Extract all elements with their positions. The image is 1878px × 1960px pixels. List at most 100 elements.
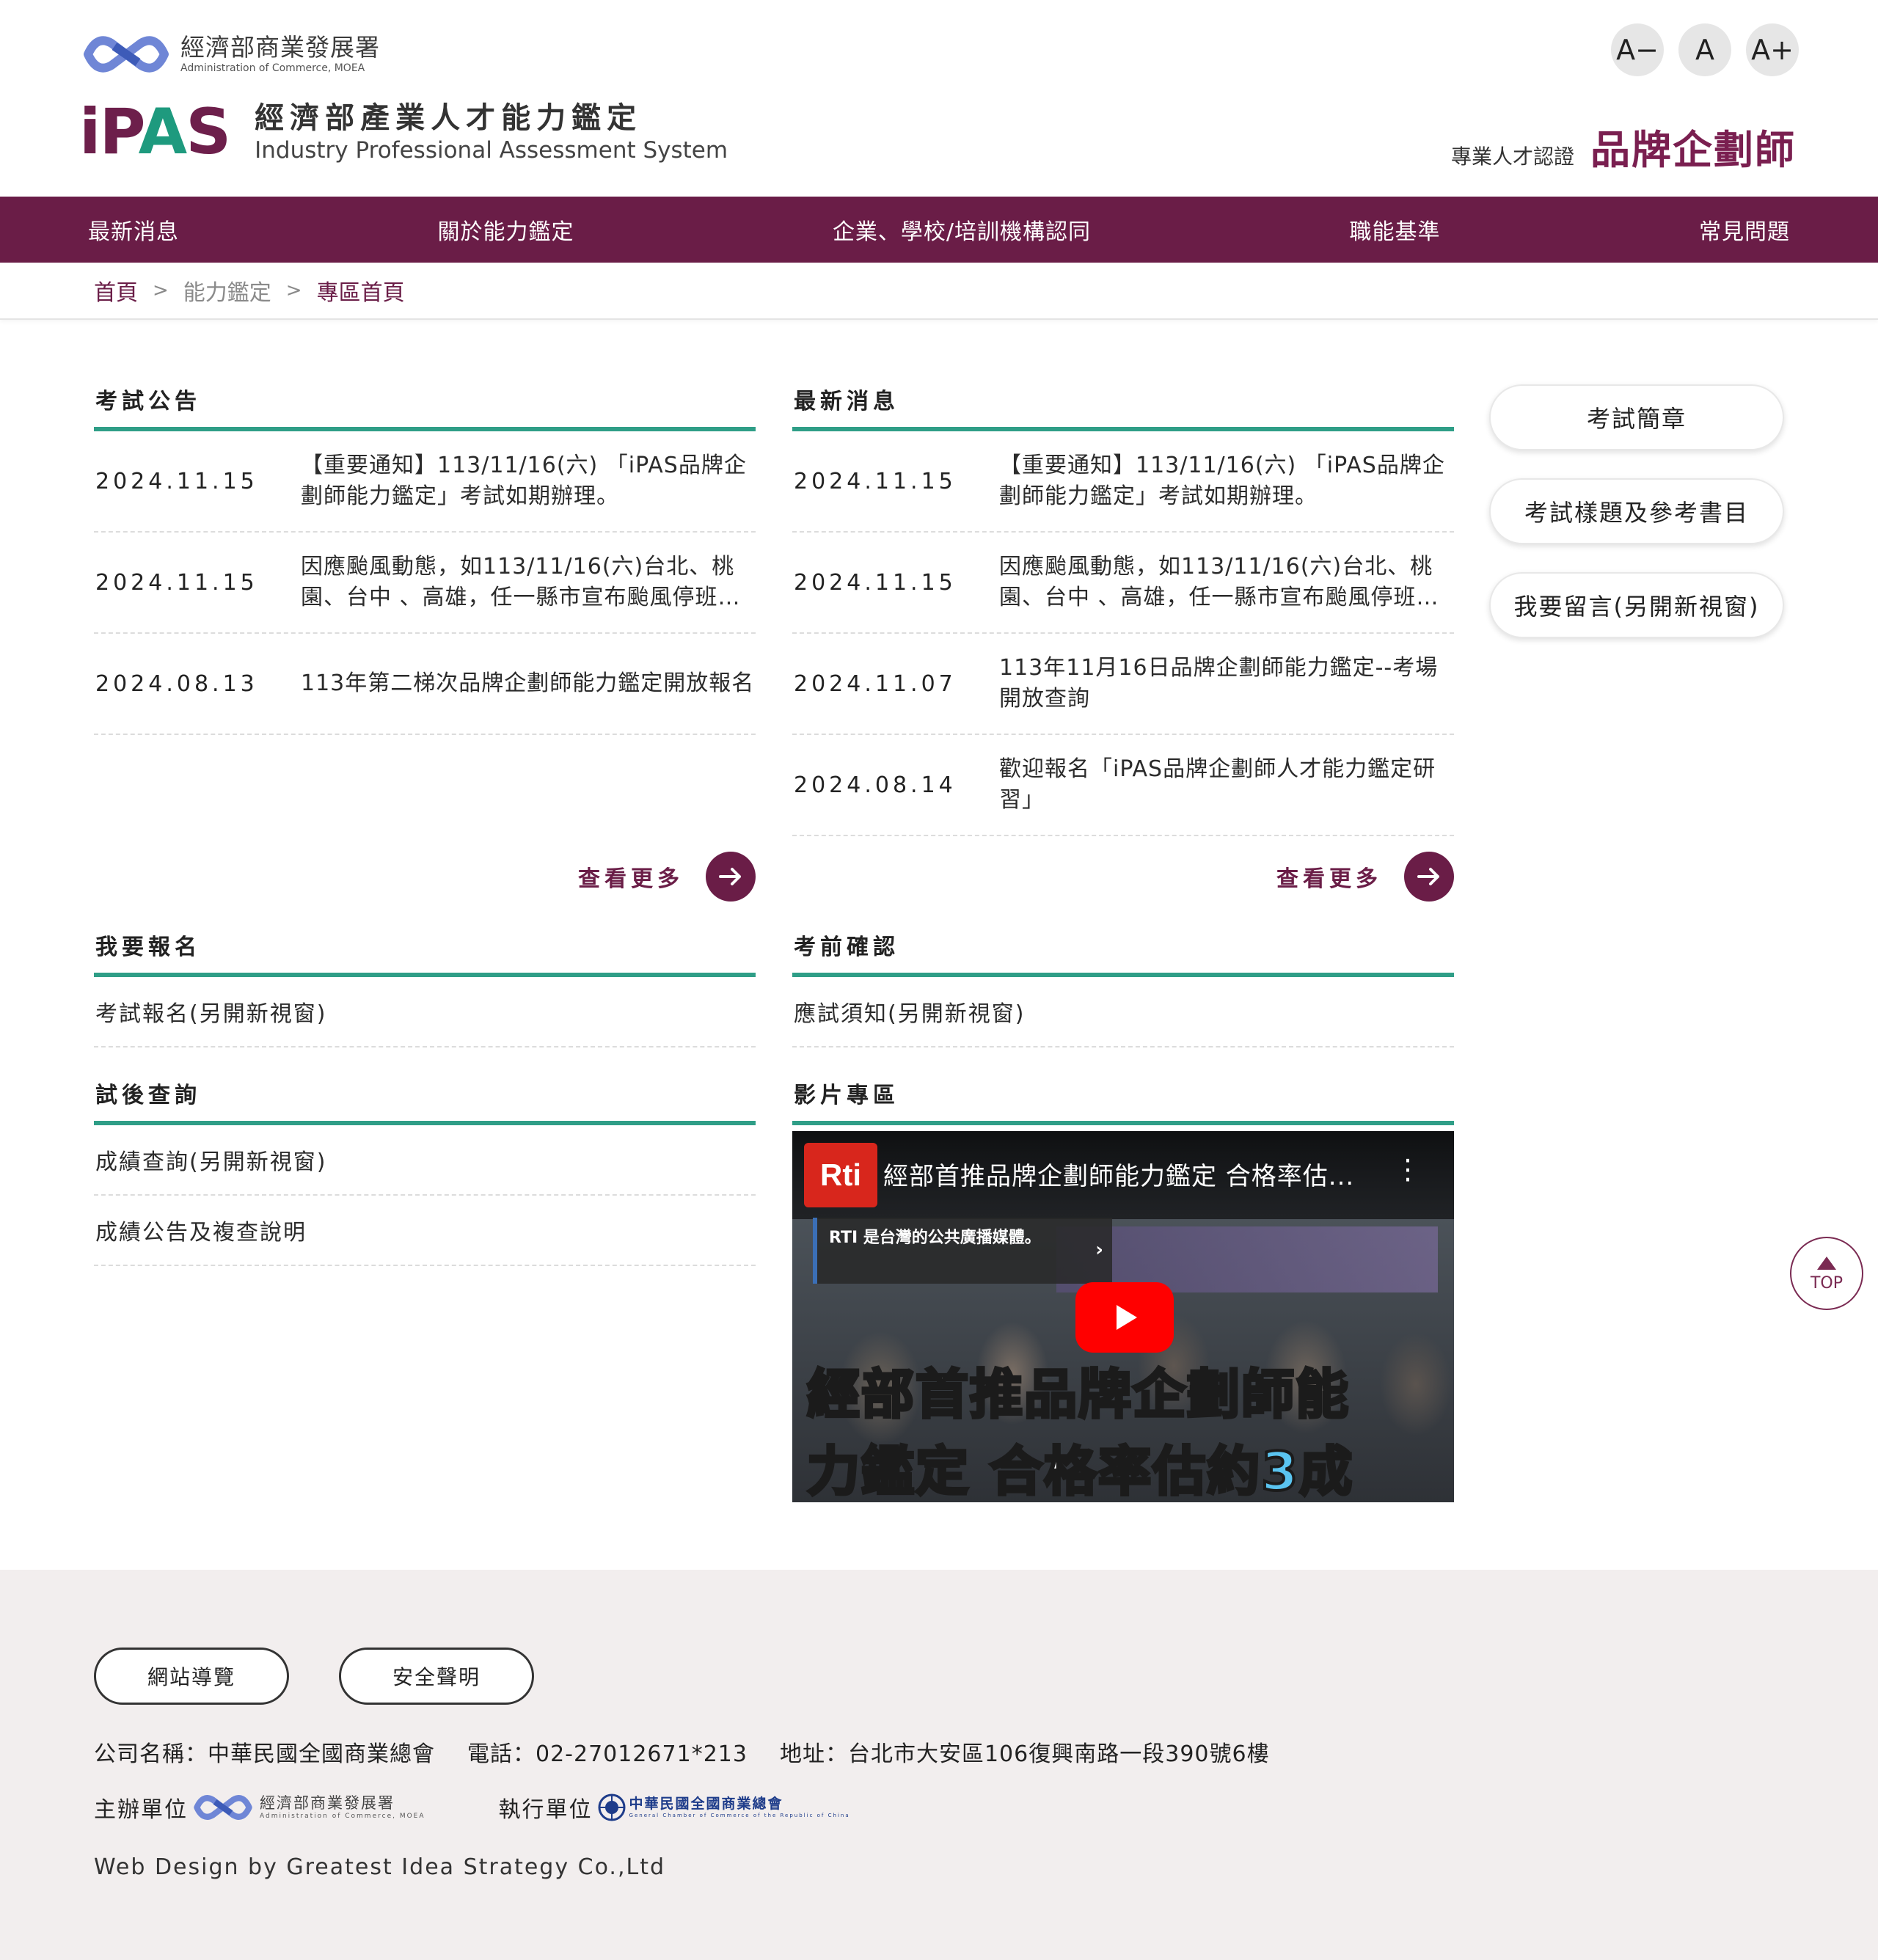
latest-news-section: 最新消息 2024.11.15 【重要通知】113/11/16(六) 「iPAS… [792, 386, 1454, 836]
news-title[interactable]: 113年第二梯次品牌企劃師能力鑑定開放報名 [301, 668, 754, 699]
site-footer: 網站導覽 安全聲明 公司名稱：中華民國全國商業總會 電話：02-27012671… [0, 1570, 1878, 1960]
news-row[interactable]: 2024.11.07 113年11月16日品牌企劃師能力鑑定--考場開放查詢 [792, 634, 1454, 735]
more-link[interactable]: 查看更多 [578, 860, 684, 893]
news-row[interactable]: 2024.11.15 【重要通知】113/11/16(六) 「iPAS品牌企劃師… [792, 431, 1454, 533]
score-query-link[interactable]: 成績查詢(另開新視窗) [94, 1125, 756, 1196]
news-row[interactable]: 2024.08.13 113年第二梯次品牌企劃師能力鑑定開放報名 [94, 634, 756, 735]
breadcrumb-middle[interactable]: 能力鑑定 [183, 274, 271, 307]
chevron-right-icon: › [1095, 1239, 1103, 1261]
ipas-name-en: Industry Professional Assessment System [255, 137, 728, 164]
score-announcement-link[interactable]: 成績公告及複查說明 [94, 1196, 756, 1266]
sample-questions-button[interactable]: 考試樣題及參考書目 [1489, 478, 1784, 544]
cert-label: 專業人才認證 [1450, 145, 1574, 169]
moea-name-zh: 經濟部商業發展署 [180, 33, 380, 62]
news-title[interactable]: 113年11月16日品牌企劃師能力鑑定--考場開放查詢 [999, 653, 1454, 714]
news-row[interactable]: 2024.11.15 【重要通知】113/11/16(六) 「iPAS品牌企劃師… [94, 431, 756, 533]
font-size-increase-button[interactable]: A+ [1746, 23, 1799, 76]
site-header: 經濟部商業發展署 Administration of Commerce, MOE… [0, 0, 1878, 197]
section-divider [792, 1121, 1454, 1125]
news-date: 2024.11.15 [794, 569, 957, 596]
breadcrumb: 首頁 > 能力鑑定 > 專區首頁 [0, 263, 1878, 320]
news-title[interactable]: 歡迎報名「iPAS品牌企劃師人才能力鑑定研習」 [999, 754, 1454, 816]
moea-emblem-icon [194, 1795, 252, 1820]
news-title[interactable]: 因應颱風動態，如113/11/16(六)台北、桃園、台中 、高雄，任一縣市宣布颱… [999, 552, 1454, 613]
section-title: 最新消息 [794, 389, 899, 414]
rti-channel-logo[interactable]: Rti [804, 1143, 877, 1207]
video-title[interactable]: 經部首推品牌企劃師能力鑑定 合格率估... [883, 1156, 1354, 1192]
gcc-emblem-icon [598, 1793, 626, 1821]
video-section: 影片專區 [792, 1080, 1454, 1125]
pre-exam-section: 考前確認 應試須知(另開新視窗) [792, 932, 1454, 1047]
breadcrumb-current: 專區首頁 [316, 280, 405, 306]
certification-title: 專業人才認證 品牌企劃師 [1451, 117, 1796, 175]
ipas-wordmark: iPAS [79, 95, 231, 169]
executor-logo[interactable]: 中華民國全國商業總會 General Chamber of Commerce o… [597, 1793, 850, 1822]
company-address: 地址：台北市大安區106復興南路一段390號6樓 [779, 1741, 1270, 1767]
moea-emblem-icon [84, 36, 169, 73]
news-date: 2024.11.15 [95, 569, 258, 596]
video-player[interactable]: Rti 經部首推品牌企劃師能力鑑定 合格率估... ⋮ RTI 是台灣的公共廣播… [792, 1131, 1454, 1502]
organizer-label: 主辦單位 [94, 1797, 188, 1823]
news-date: 2024.11.15 [794, 468, 957, 494]
arrow-right-icon[interactable] [706, 852, 756, 902]
footer-contact-info: 公司名稱：中華民國全國商業總會 電話：02-27012671*213 地址：台北… [94, 1736, 1270, 1768]
video-caption-line1: 經部首推品牌企劃師能 [805, 1362, 1351, 1427]
post-exam-section: 試後查詢 成績查詢(另開新視窗) 成績公告及複查說明 [94, 1080, 756, 1266]
sitemap-button[interactable]: 網站導覽 [94, 1648, 289, 1705]
font-size-decrease-button[interactable]: A− [1611, 23, 1664, 76]
exam-brochure-button[interactable]: 考試簡章 [1489, 384, 1784, 450]
news-date: 2024.11.15 [95, 468, 258, 494]
leave-message-button[interactable]: 我要留言(另開新視窗) [1489, 572, 1784, 638]
exam-notice-section: 考試公告 2024.11.15 【重要通知】113/11/16(六) 「iPAS… [94, 386, 756, 735]
company-phone: 電話：02-27012671*213 [467, 1741, 748, 1767]
news-date: 2024.11.07 [794, 670, 957, 697]
news-row[interactable]: 2024.11.15 因應颱風動態，如113/11/16(六)台北、桃園、台中 … [94, 533, 756, 634]
nav-item-about[interactable]: 關於能力鑑定 [437, 213, 574, 246]
kebab-menu-icon[interactable]: ⋮ [1394, 1153, 1422, 1185]
nav-item-news[interactable]: 最新消息 [88, 213, 179, 246]
ipas-logo[interactable]: iPAS 經濟部產業人才能力鑑定 Industry Professional A… [79, 95, 728, 169]
news-date: 2024.08.14 [794, 772, 957, 798]
breadcrumb-home[interactable]: 首頁 [94, 274, 138, 307]
moea-name-en: Administration of Commerce, MOEA [180, 62, 365, 74]
moea-logo[interactable]: 經濟部商業發展署 Administration of Commerce, MOE… [82, 28, 380, 81]
back-to-top-button[interactable]: TOP [1790, 1237, 1863, 1310]
news-title[interactable]: 【重要通知】113/11/16(六) 「iPAS品牌企劃師能力鑑定」考試如期辦理… [301, 450, 756, 512]
arrow-right-icon[interactable] [1404, 852, 1454, 902]
nav-item-competency[interactable]: 職能基準 [1350, 213, 1441, 246]
security-statement-button[interactable]: 安全聲明 [339, 1648, 534, 1705]
font-size-normal-button[interactable]: A [1678, 23, 1731, 76]
organizer-logo[interactable]: 經濟部商業發展署 Administration of Commerce, MOE… [192, 1790, 425, 1825]
section-title: 影片專區 [794, 1083, 899, 1108]
section-title: 考試公告 [95, 389, 201, 414]
exam-notice-more[interactable]: 查看更多 [94, 851, 756, 902]
cert-name: 品牌企劃師 [1590, 127, 1796, 173]
footer-units: 主辦單位 經濟部商業發展署 Administration of Commerce… [94, 1790, 850, 1825]
play-icon[interactable] [1075, 1282, 1174, 1353]
ipas-name-zh: 經濟部產業人才能力鑑定 [255, 101, 643, 135]
video-caption-line2: 力鑑定 合格率估約3成 [805, 1439, 1354, 1502]
more-link[interactable]: 查看更多 [1276, 860, 1382, 893]
exam-instructions-link[interactable]: 應試須知(另開新視窗) [792, 977, 1454, 1047]
web-design-credit: Web Design by Greatest Idea Strategy Co.… [94, 1854, 666, 1880]
news-row[interactable]: 2024.08.14 歡迎報名「iPAS品牌企劃師人才能力鑑定研習」 [792, 735, 1454, 836]
section-title: 考前確認 [794, 935, 899, 960]
latest-news-more[interactable]: 查看更多 [792, 851, 1454, 902]
video-info-text: RTI 是台灣的公共廣播媒體。 [829, 1229, 1041, 1247]
main-nav: 最新消息 關於能力鑑定 企業、學校/培訓機構認同 職能基準 常見問題 [0, 197, 1878, 263]
breadcrumb-separator: > [153, 279, 169, 301]
font-size-controls: A− A A+ [1611, 23, 1799, 76]
executor-label: 執行單位 [498, 1797, 593, 1823]
section-title: 試後查詢 [95, 1083, 201, 1108]
nav-item-faq[interactable]: 常見問題 [1699, 213, 1790, 246]
news-title[interactable]: 【重要通知】113/11/16(六) 「iPAS品牌企劃師能力鑑定」考試如期辦理… [999, 450, 1454, 512]
news-row[interactable]: 2024.11.15 因應颱風動態，如113/11/16(六)台北、桃園、台中 … [792, 533, 1454, 634]
nav-item-recognition[interactable]: 企業、學校/培訓機構認同 [833, 213, 1091, 246]
breadcrumb-separator: > [285, 279, 302, 301]
video-info-card[interactable]: RTI 是台灣的公共廣播媒體。 › [813, 1218, 1112, 1284]
company-name: 公司名稱：中華民國全國商業總會 [94, 1741, 435, 1767]
triangle-up-icon [1817, 1256, 1836, 1270]
news-title[interactable]: 因應颱風動態，如113/11/16(六)台北、桃園、台中 、高雄，任一縣市宣布颱… [301, 552, 756, 613]
exam-registration-link[interactable]: 考試報名(另開新視窗) [94, 977, 756, 1047]
news-date: 2024.08.13 [95, 670, 258, 697]
